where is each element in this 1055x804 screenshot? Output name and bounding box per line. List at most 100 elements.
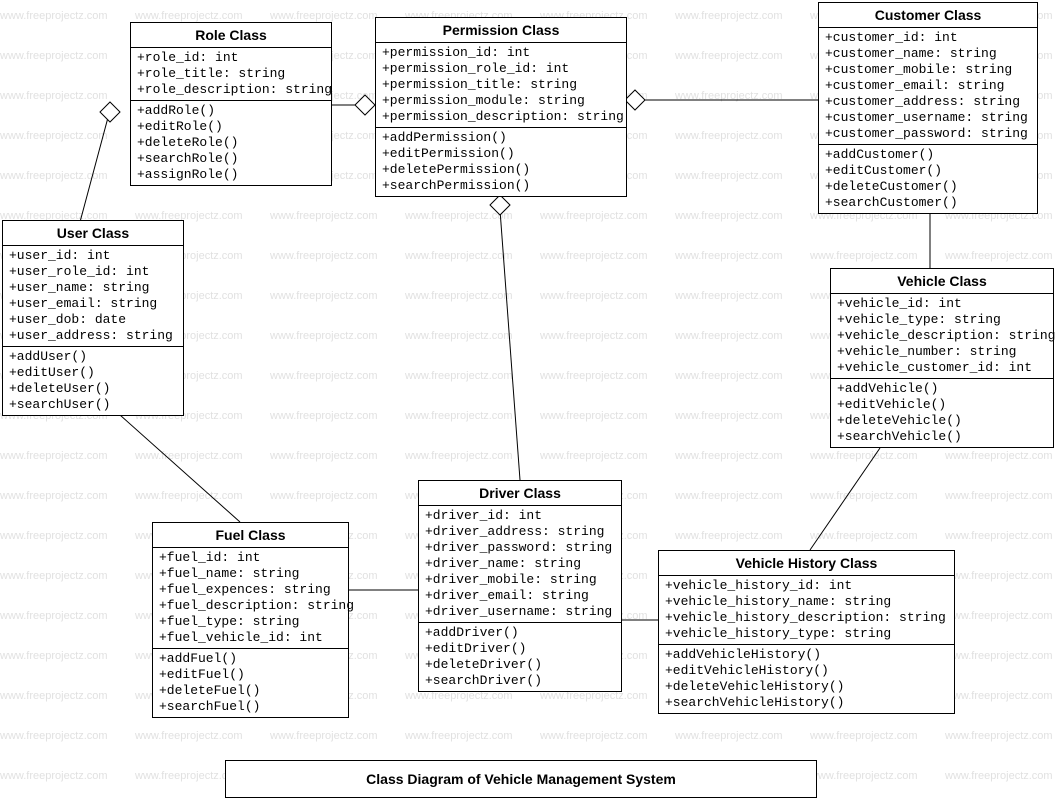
uml-row: +searchPermission()	[382, 178, 620, 194]
uml-row: +addPermission()	[382, 130, 620, 146]
uml-row: +searchVehicle()	[837, 429, 1047, 445]
class-vehicle: Vehicle Class +vehicle_id: int+vehicle_t…	[830, 268, 1054, 448]
attrs-section: +customer_id: int+customer_name: string+…	[819, 28, 1037, 145]
uml-row: +addVehicleHistory()	[665, 647, 948, 663]
class-role: Role Class +role_id: int+role_title: str…	[130, 22, 332, 186]
class-title: Permission Class	[376, 18, 626, 43]
class-title: Driver Class	[419, 481, 621, 506]
ops-section: +addVehicleHistory()+editVehicleHistory(…	[659, 645, 954, 713]
uml-row: +driver_password: string	[425, 540, 615, 556]
uml-row: +searchDriver()	[425, 673, 615, 689]
ops-section: +addFuel()+editFuel()+deleteFuel()+searc…	[153, 649, 348, 717]
uml-row: +editCustomer()	[825, 163, 1031, 179]
uml-row: +role_id: int	[137, 50, 325, 66]
uml-row: +searchCustomer()	[825, 195, 1031, 211]
class-title: Vehicle Class	[831, 269, 1053, 294]
uml-row: +vehicle_history_name: string	[665, 594, 948, 610]
uml-row: +permission_description: string	[382, 109, 620, 125]
uml-row: +deleteFuel()	[159, 683, 342, 699]
class-permission: Permission Class +permission_id: int+per…	[375, 17, 627, 197]
ops-section: +addCustomer()+editCustomer()+deleteCust…	[819, 145, 1037, 213]
uml-row: +addFuel()	[159, 651, 342, 667]
uml-row: +customer_password: string	[825, 126, 1031, 142]
class-title: Vehicle History Class	[659, 551, 954, 576]
uml-row: +fuel_name: string	[159, 566, 342, 582]
ops-section: +addUser()+editUser()+deleteUser()+searc…	[3, 347, 183, 415]
uml-row: +customer_address: string	[825, 94, 1031, 110]
uml-row: +role_title: string	[137, 66, 325, 82]
attrs-section: +vehicle_id: int+vehicle_type: string +ve…	[831, 294, 1053, 379]
uml-row: +customer_email: string	[825, 78, 1031, 94]
uml-row: +user_name: string	[9, 280, 177, 296]
uml-row: +deleteCustomer()	[825, 179, 1031, 195]
uml-row: +user_email: string	[9, 296, 177, 312]
class-driver: Driver Class +driver_id: int+driver_addr…	[418, 480, 622, 692]
uml-row: +permission_role_id: int	[382, 61, 620, 77]
uml-row: +fuel_expences: string	[159, 582, 342, 598]
uml-row: +addUser()	[9, 349, 177, 365]
attrs-section: +driver_id: int+driver_address: string+d…	[419, 506, 621, 623]
uml-row: +addRole()	[137, 103, 325, 119]
uml-row: +user_role_id: int	[9, 264, 177, 280]
uml-row: +driver_username: string	[425, 604, 615, 620]
class-title: Role Class	[131, 23, 331, 48]
uml-row: +editUser()	[9, 365, 177, 381]
uml-row: +searchVehicleHistory()	[665, 695, 948, 711]
uml-row: +user_id: int	[9, 248, 177, 264]
attrs-section: +permission_id: int+permission_role_id: …	[376, 43, 626, 128]
uml-row: +vehicle_history_id: int	[665, 578, 948, 594]
ops-section: +addVehicle()+editVehicle()+deleteVehicl…	[831, 379, 1053, 447]
uml-row: +fuel_description: string	[159, 598, 342, 614]
uml-row: +deleteDriver()	[425, 657, 615, 673]
uml-row: +editDriver()	[425, 641, 615, 657]
uml-row: +permission_id: int	[382, 45, 620, 61]
uml-row: +fuel_vehicle_id: int	[159, 630, 342, 646]
uml-row: +assignRole()	[137, 167, 325, 183]
uml-row: +editVehicle()	[837, 397, 1047, 413]
uml-row: +addVehicle()	[837, 381, 1047, 397]
class-title: Customer Class	[819, 3, 1037, 28]
uml-row: +customer_mobile: string	[825, 62, 1031, 78]
uml-row: +driver_name: string	[425, 556, 615, 572]
uml-row: +vehicle_number: string	[837, 344, 1047, 360]
class-fuel: Fuel Class +fuel_id: int+fuel_name: stri…	[152, 522, 349, 718]
uml-row: +vehicle_history_type: string	[665, 626, 948, 642]
uml-row: +searchUser()	[9, 397, 177, 413]
uml-row: +vehicle_customer_id: int	[837, 360, 1047, 376]
uml-row: +vehicle_type: string	[837, 312, 1047, 328]
ops-section: +addRole()+editRole()+deleteRole()+searc…	[131, 101, 331, 185]
uml-row: +deletePermission()	[382, 162, 620, 178]
attrs-section: +user_id: int+user_role_id: int+user_nam…	[3, 246, 183, 347]
uml-row: +editFuel()	[159, 667, 342, 683]
uml-row: +driver_id: int	[425, 508, 615, 524]
uml-row: +deleteVehicle()	[837, 413, 1047, 429]
uml-row: +fuel_id: int	[159, 550, 342, 566]
uml-row: +vehicle_id: int	[837, 296, 1047, 312]
uml-row: +addDriver()	[425, 625, 615, 641]
uml-row: +driver_mobile: string	[425, 572, 615, 588]
attrs-section: +role_id: int+role_title: string+role_de…	[131, 48, 331, 101]
uml-row: +editVehicleHistory()	[665, 663, 948, 679]
uml-row: +customer_name: string	[825, 46, 1031, 62]
uml-row: +searchRole()	[137, 151, 325, 167]
uml-row: +deleteRole()	[137, 135, 325, 151]
class-vehicle-history: Vehicle History Class +vehicle_history_i…	[658, 550, 955, 714]
uml-row: +searchFuel()	[159, 699, 342, 715]
uml-row: +customer_id: int	[825, 30, 1031, 46]
uml-row: +vehicle_history_description: string	[665, 610, 948, 626]
uml-row: +deleteVehicleHistory()	[665, 679, 948, 695]
attrs-section: +vehicle_history_id: int+vehicle_history…	[659, 576, 954, 645]
uml-row: +permission_title: string	[382, 77, 620, 93]
attrs-section: +fuel_id: int+fuel_name: string+fuel_exp…	[153, 548, 348, 649]
class-title: User Class	[3, 221, 183, 246]
uml-row: +user_dob: date	[9, 312, 177, 328]
uml-row: +editPermission()	[382, 146, 620, 162]
uml-row: +customer_username: string	[825, 110, 1031, 126]
uml-row: +addCustomer()	[825, 147, 1031, 163]
uml-row: +user_address: string	[9, 328, 177, 344]
uml-row: +fuel_type: string	[159, 614, 342, 630]
uml-row: +deleteUser()	[9, 381, 177, 397]
uml-row: +role_description: string	[137, 82, 325, 98]
uml-row: +permission_module: string	[382, 93, 620, 109]
ops-section: +addDriver()+editDriver()+deleteDriver()…	[419, 623, 621, 691]
